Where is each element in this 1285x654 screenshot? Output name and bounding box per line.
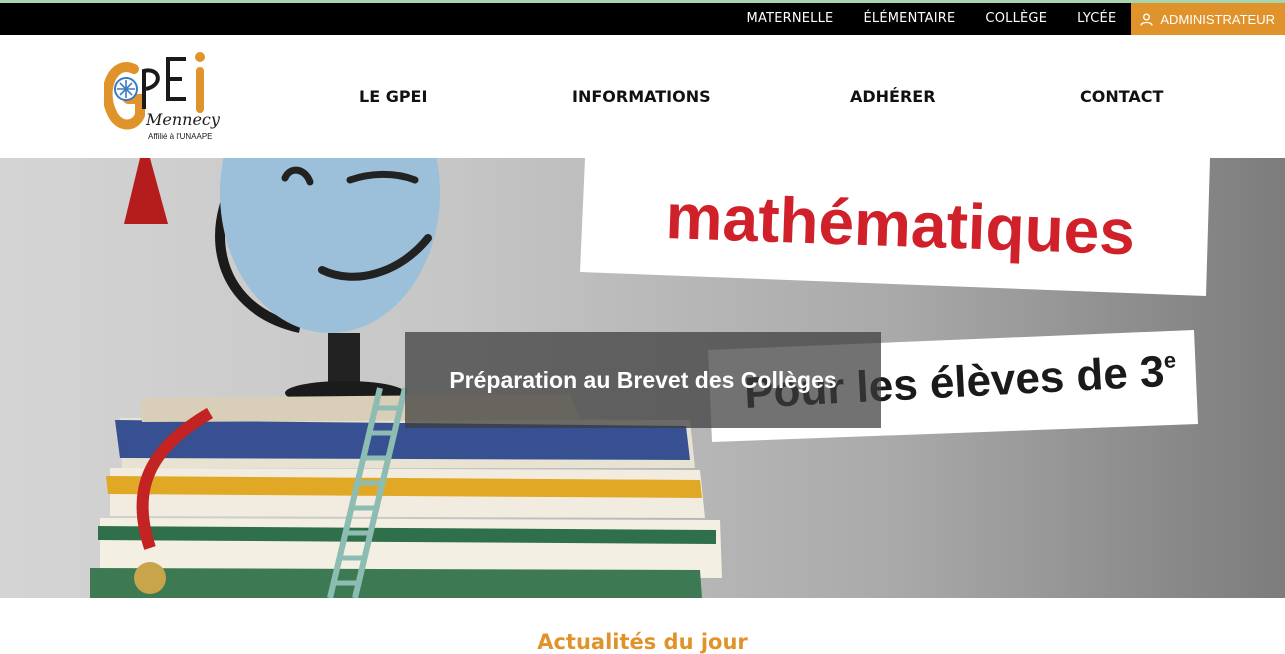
topbar-link-lycee[interactable]: LYCÉE — [1062, 3, 1131, 35]
topbar-link-college[interactable]: COLLÈGE — [970, 3, 1062, 35]
user-icon — [1140, 13, 1154, 26]
nav-item-contact[interactable]: CONTACT — [1080, 87, 1163, 106]
nav-item-informations[interactable]: INFORMATIONS — [572, 87, 711, 106]
topbar-link-elementaire[interactable]: ÉLÉMENTAIRE — [848, 3, 970, 35]
hero-caption-box: Préparation au Brevet des Collèges — [405, 332, 881, 428]
section-title: Actualités du jour — [537, 630, 748, 654]
site-header: Mennecy Affilié à l'UNAAPE LE GPEI INFOR… — [0, 35, 1285, 158]
topbar-link-maternelle[interactable]: MATERNELLE — [732, 3, 849, 35]
nav-item-le-gpei[interactable]: LE GPEI — [359, 87, 427, 106]
nav-item-adherer[interactable]: ADHÉRER — [850, 87, 936, 106]
logo-town: Mennecy — [145, 110, 221, 129]
banner-bottom-sup: e — [1163, 347, 1177, 373]
gpei-logo: Mennecy Affilié à l'UNAAPE — [104, 52, 221, 141]
hero-caption: Préparation au Brevet des Collèges — [449, 366, 837, 393]
admin-button[interactable]: ADMINISTRATEUR — [1131, 3, 1285, 35]
hero-slider[interactable]: mathématiques Pour les élèves de 3e Prép… — [0, 158, 1285, 598]
admin-label: ADMINISTRATEUR — [1160, 11, 1275, 27]
logo-affiliation: Affilié à l'UNAAPE — [148, 132, 213, 141]
top-bar: MATERNELLE ÉLÉMENTAIRE COLLÈGE LYCÉE ADM… — [0, 3, 1285, 35]
